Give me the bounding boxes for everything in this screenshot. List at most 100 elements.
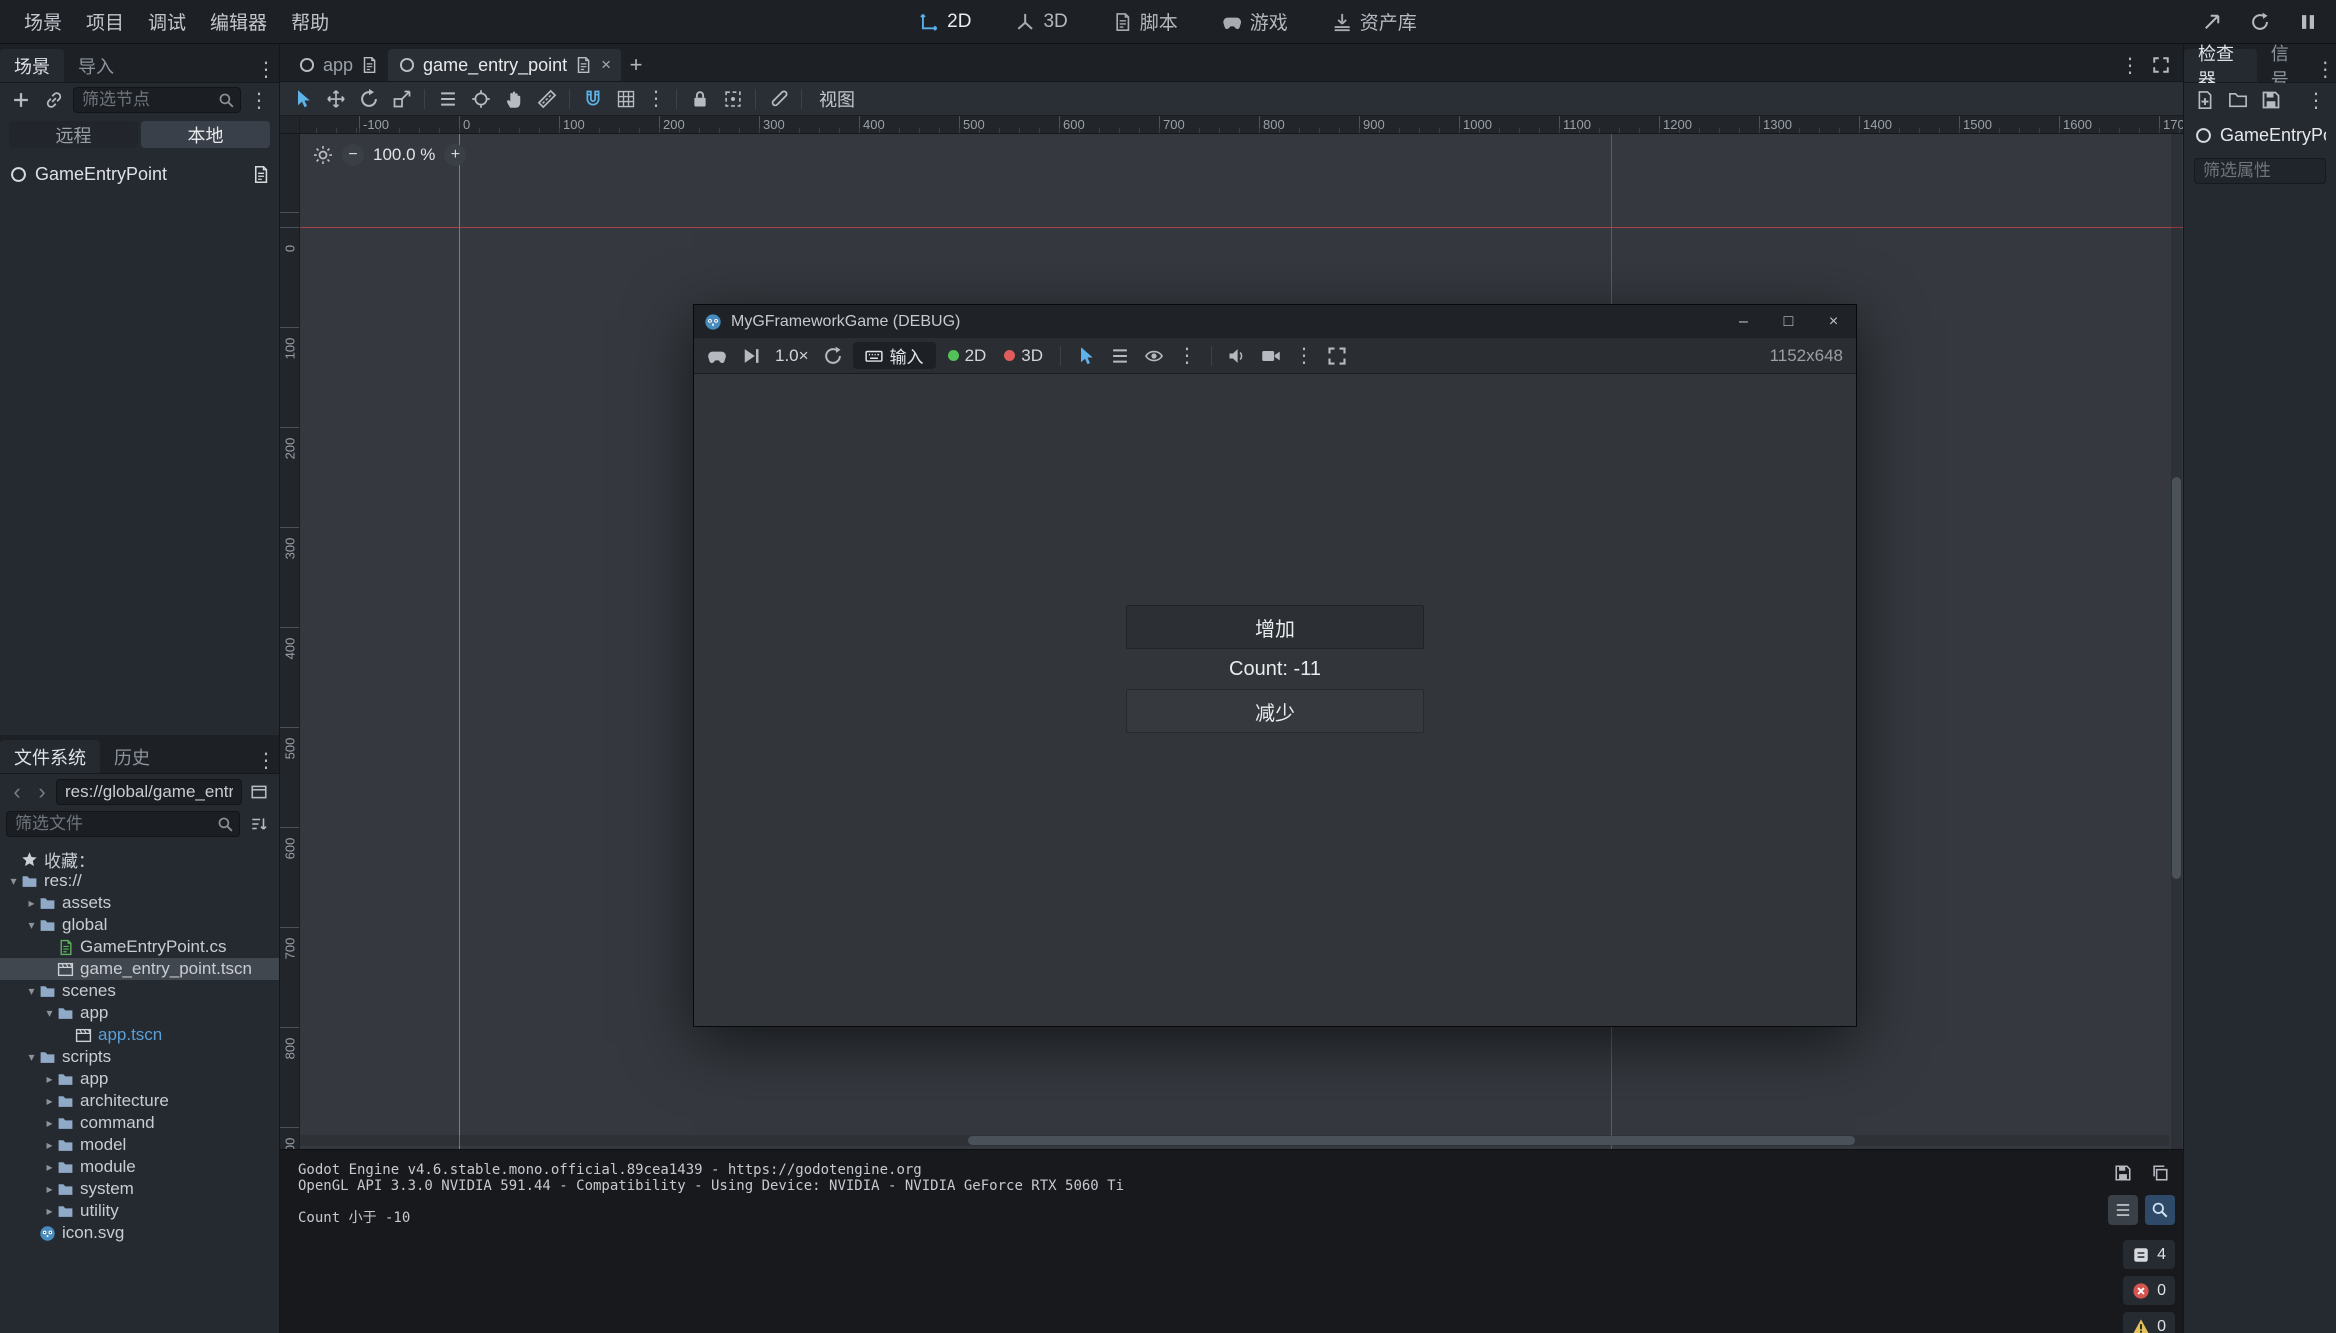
new-scene-tab-button[interactable]: + (621, 49, 651, 81)
file-tree-item[interactable]: ▾app (0, 1002, 279, 1024)
vertical-ruler[interactable]: 0100200300400500600700800900 (280, 134, 300, 1149)
embed-fullscreen-button[interactable] (1323, 343, 1351, 369)
pause-button[interactable] (2292, 6, 2324, 38)
lock-node-button[interactable] (684, 84, 715, 113)
tab-filesystem[interactable]: 文件系统 (0, 740, 100, 773)
tab-history[interactable]: 历史 (100, 740, 164, 773)
back-icon[interactable]: ‹ (6, 779, 28, 805)
tree-expand-icon[interactable]: ▾ (24, 918, 39, 932)
file-tree-item[interactable]: 收藏： (0, 848, 279, 870)
tree-expand-icon[interactable]: ▸ (42, 1182, 57, 1196)
view-menu-button[interactable]: 视图 (809, 84, 865, 113)
maximize-button[interactable]: □ (1766, 305, 1811, 338)
smart-snap-button[interactable] (577, 84, 608, 113)
file-tree-item[interactable]: ▸module (0, 1156, 279, 1178)
tab-import[interactable]: 导入 (64, 49, 128, 82)
horizontal-ruler[interactable]: -100010020030040050060070080090010001100… (300, 116, 2183, 134)
file-tree-item[interactable]: app.tscn (0, 1024, 279, 1046)
game-window-titlebar[interactable]: MyGFrameworkGame (DEBUG) – □ × (694, 305, 1856, 338)
scene-tab-game-entry-point[interactable]: game_entry_point × (388, 49, 621, 81)
errors-filter-button[interactable]: 0 (2123, 1276, 2175, 1305)
filter-properties-input[interactable] (2194, 158, 2326, 184)
file-tree-item[interactable]: ▸utility (0, 1200, 279, 1222)
camera-override-button[interactable] (1257, 343, 1285, 369)
restart-button[interactable] (2244, 6, 2276, 38)
selection-options-menu-icon[interactable]: ⋮ (1174, 343, 1200, 368)
select-list-button[interactable] (432, 84, 463, 113)
file-tree-item[interactable]: icon.svg (0, 1222, 279, 1244)
tab-list-menu-icon[interactable]: ⋮ (2117, 53, 2143, 78)
dock-menu-icon[interactable]: ⋮ (253, 57, 279, 82)
script-icon[interactable] (574, 56, 592, 74)
select-tool-button[interactable] (287, 84, 318, 113)
file-tree-item[interactable]: ▾res:// (0, 870, 279, 892)
menu-help[interactable]: 帮助 (279, 0, 341, 44)
menu-scene[interactable]: 场景 (12, 0, 74, 44)
mute-audio-button[interactable] (1223, 343, 1251, 369)
save-resource-button[interactable] (2257, 86, 2285, 114)
path-input[interactable] (56, 779, 242, 805)
tree-expand-icon[interactable]: ▸ (42, 1072, 57, 1086)
menu-editor[interactable]: 编辑器 (198, 0, 279, 44)
show-selection-button[interactable] (1140, 343, 1168, 369)
file-tree-item[interactable]: ▸app (0, 1068, 279, 1090)
filter-nodes-input[interactable] (73, 87, 241, 113)
tree-expand-icon[interactable]: ▾ (24, 984, 39, 998)
pivot-tool-button[interactable] (465, 84, 496, 113)
debug-2d-button[interactable]: 2D (942, 346, 993, 366)
file-tree-item[interactable]: ▸system (0, 1178, 279, 1200)
tree-expand-icon[interactable]: ▸ (42, 1094, 57, 1108)
tree-expand-icon[interactable]: ▸ (42, 1138, 57, 1152)
inspector-dock-menu-icon[interactable]: ⋮ (2314, 57, 2336, 82)
scene-menu-icon[interactable]: ⋮ (246, 88, 272, 113)
decrease-button[interactable]: 减少 (1126, 689, 1424, 733)
zoom-in-button[interactable]: + (444, 144, 466, 166)
local-button[interactable]: 本地 (141, 121, 270, 148)
workspace-game-button[interactable]: 游戏 (1214, 5, 1296, 39)
remote-button[interactable]: 远程 (9, 121, 138, 148)
file-tree-item[interactable]: ▸assets (0, 892, 279, 914)
group-node-button[interactable] (717, 84, 748, 113)
grid-snap-button[interactable] (610, 84, 641, 113)
file-tree-item[interactable]: ▾scenes (0, 980, 279, 1002)
tree-expand-icon[interactable]: ▸ (42, 1204, 57, 1218)
tab-scene[interactable]: 场景 (0, 49, 64, 82)
workspace-script-button[interactable]: 脚本 (1104, 5, 1186, 39)
select-node-tool-button[interactable] (1072, 343, 1100, 369)
forward-icon[interactable]: › (31, 779, 53, 805)
scale-tool-button[interactable] (386, 84, 417, 113)
tab-inspector[interactable]: 检查器 (2184, 49, 2257, 82)
workspace-3d-button[interactable]: 3D (1007, 5, 1075, 39)
snap-options-menu-icon[interactable]: ⋮ (643, 86, 669, 111)
zoom-level[interactable]: 100.0 % (373, 145, 435, 165)
increase-button[interactable]: 增加 (1126, 605, 1424, 649)
debug-3d-button[interactable]: 3D (998, 346, 1049, 366)
h-scrollbar-thumb[interactable] (968, 1136, 1855, 1145)
scene-tab-app[interactable]: app (288, 49, 388, 81)
file-tree-item[interactable]: ▾global (0, 914, 279, 936)
expand-viewport-icon[interactable] (2147, 51, 2175, 79)
script-icon[interactable] (251, 165, 270, 184)
collapse-output-button[interactable] (2108, 1195, 2138, 1225)
tree-expand-icon[interactable]: ▾ (24, 1050, 39, 1064)
inspector-menu-icon[interactable]: ⋮ (2303, 88, 2329, 113)
instance-scene-button[interactable] (40, 86, 68, 114)
sort-files-icon[interactable] (245, 810, 273, 838)
file-tree-item[interactable]: ▸command (0, 1112, 279, 1134)
v-scrollbar-thumb[interactable] (2172, 477, 2181, 879)
camera-options-menu-icon[interactable]: ⋮ (1291, 343, 1317, 368)
messages-filter-button[interactable]: 4 (2123, 1240, 2175, 1269)
move-tool-button[interactable] (320, 84, 351, 113)
file-tree-item[interactable]: ▸architecture (0, 1090, 279, 1112)
file-tree-item[interactable]: GameEntryPoint.cs (0, 936, 279, 958)
tree-expand-icon[interactable]: ▸ (24, 896, 39, 910)
tree-expand-icon[interactable]: ▸ (42, 1116, 57, 1130)
file-tree-item[interactable]: game_entry_point.tscn (0, 958, 279, 980)
save-output-button[interactable] (2108, 1158, 2138, 1188)
play-button[interactable] (2196, 6, 2228, 38)
menu-debug[interactable]: 调试 (136, 0, 198, 44)
new-resource-button[interactable] (2191, 86, 2219, 114)
tree-expand-icon[interactable]: ▾ (6, 874, 21, 888)
next-frame-button[interactable] (737, 343, 765, 369)
filter-files-input[interactable] (6, 811, 240, 837)
